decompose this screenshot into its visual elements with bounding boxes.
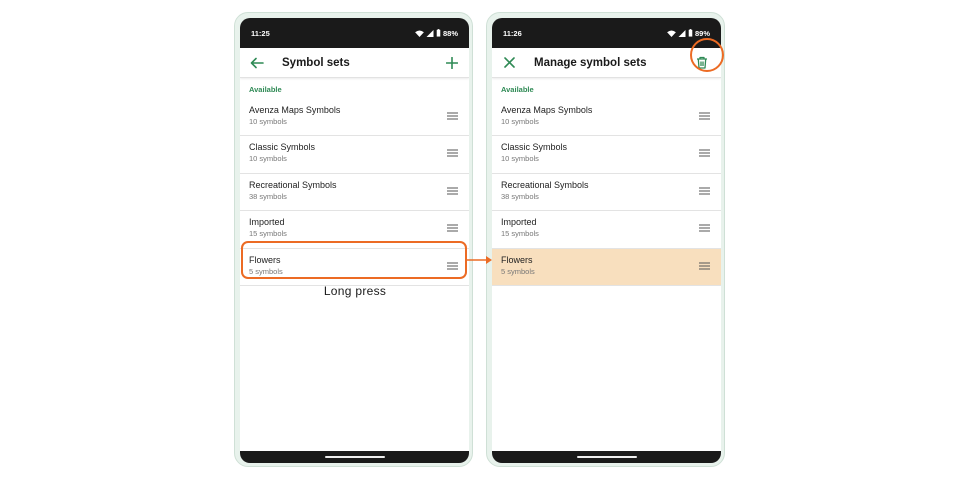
list-item[interactable]: Classic Symbols 10 symbols: [240, 136, 469, 174]
arrow-right-icon: [467, 256, 492, 264]
drag-handle-icon[interactable]: [447, 149, 458, 157]
left-phone-frame: 11:25 88% Symbol sets Available Avenza M…: [234, 12, 473, 467]
signal-icon: [426, 29, 434, 37]
item-name: Avenza Maps Symbols: [249, 105, 341, 115]
top-app-bar: Manage symbol sets: [492, 48, 721, 78]
battery-icon: [688, 29, 693, 37]
list-item[interactable]: Classic Symbols 10 symbols: [492, 136, 721, 174]
drag-handle-icon[interactable]: [447, 187, 458, 195]
list-item[interactable]: Imported 15 symbols: [492, 211, 721, 249]
right-screen: 11:26 89% Manage symbol sets Available A…: [492, 18, 721, 463]
item-count: 10 symbols: [501, 154, 539, 164]
battery-icon: [436, 29, 441, 37]
list-item[interactable]: Recreational Symbols 38 symbols: [240, 174, 469, 212]
item-count: 5 symbols: [501, 266, 535, 276]
home-indicator[interactable]: [325, 456, 385, 458]
drag-handle-icon[interactable]: [447, 112, 458, 120]
right-phone-frame: 11:26 89% Manage symbol sets Available A…: [486, 12, 725, 467]
item-name: Recreational Symbols: [249, 179, 337, 190]
item-name: Recreational Symbols: [501, 179, 589, 190]
item-count: 38 symbols: [249, 191, 287, 201]
item-count: 10 symbols: [501, 117, 539, 126]
system-nav-bar: [240, 451, 469, 463]
drag-handle-icon[interactable]: [447, 224, 458, 232]
signal-icon: [678, 29, 686, 37]
home-indicator[interactable]: [577, 456, 637, 458]
battery-percent: 89%: [694, 28, 710, 38]
battery-percent: 88%: [442, 28, 458, 38]
section-header-available: Available: [501, 85, 534, 94]
item-name: Avenza Maps Symbols: [501, 105, 593, 115]
item-count: 10 symbols: [249, 154, 287, 164]
list-item[interactable]: Avenza Maps Symbols 10 symbols: [492, 99, 721, 137]
status-time: 11:25: [251, 28, 270, 38]
item-count: 38 symbols: [501, 191, 539, 201]
status-time: 11:26: [503, 28, 522, 38]
item-count: 15 symbols: [249, 229, 287, 239]
item-name: Flowers: [501, 254, 533, 265]
highlight-circle-delete: [690, 38, 724, 72]
item-name: Classic Symbols: [249, 142, 316, 153]
drag-handle-icon[interactable]: [699, 224, 710, 232]
annotation-caption: Long press: [323, 284, 387, 298]
page-title: Manage symbol sets: [534, 56, 647, 69]
status-bar: 11:26 89%: [492, 18, 721, 48]
item-name: Imported: [501, 217, 537, 228]
arrow-left-icon[interactable]: [250, 56, 264, 70]
drag-handle-icon[interactable]: [699, 187, 710, 195]
list-item-selected[interactable]: Flowers 5 symbols: [492, 248, 721, 286]
list-item[interactable]: Avenza Maps Symbols 10 symbols: [240, 99, 469, 137]
item-count: 10 symbols: [249, 117, 287, 126]
system-nav-bar: [492, 451, 721, 463]
item-count: 15 symbols: [501, 229, 539, 239]
wifi-icon: [415, 29, 424, 37]
plus-icon[interactable]: [445, 56, 459, 70]
list-item[interactable]: Recreational Symbols 38 symbols: [492, 174, 721, 212]
section-header-available: Available: [249, 85, 282, 94]
top-app-bar: Symbol sets: [240, 48, 469, 78]
close-icon[interactable]: [502, 56, 516, 70]
symbol-set-list: Avenza Maps Symbols 10 symbols Classic S…: [492, 99, 721, 286]
item-name: Imported: [249, 217, 285, 228]
page-title: Symbol sets: [282, 56, 350, 69]
drag-handle-icon[interactable]: [699, 149, 710, 157]
item-name: Classic Symbols: [501, 142, 568, 153]
drag-handle-icon[interactable]: [699, 262, 710, 270]
status-bar: 11:25 88%: [240, 18, 469, 48]
drag-handle-icon[interactable]: [699, 112, 710, 120]
wifi-icon: [667, 29, 676, 37]
highlight-box-flowers: [241, 241, 467, 279]
